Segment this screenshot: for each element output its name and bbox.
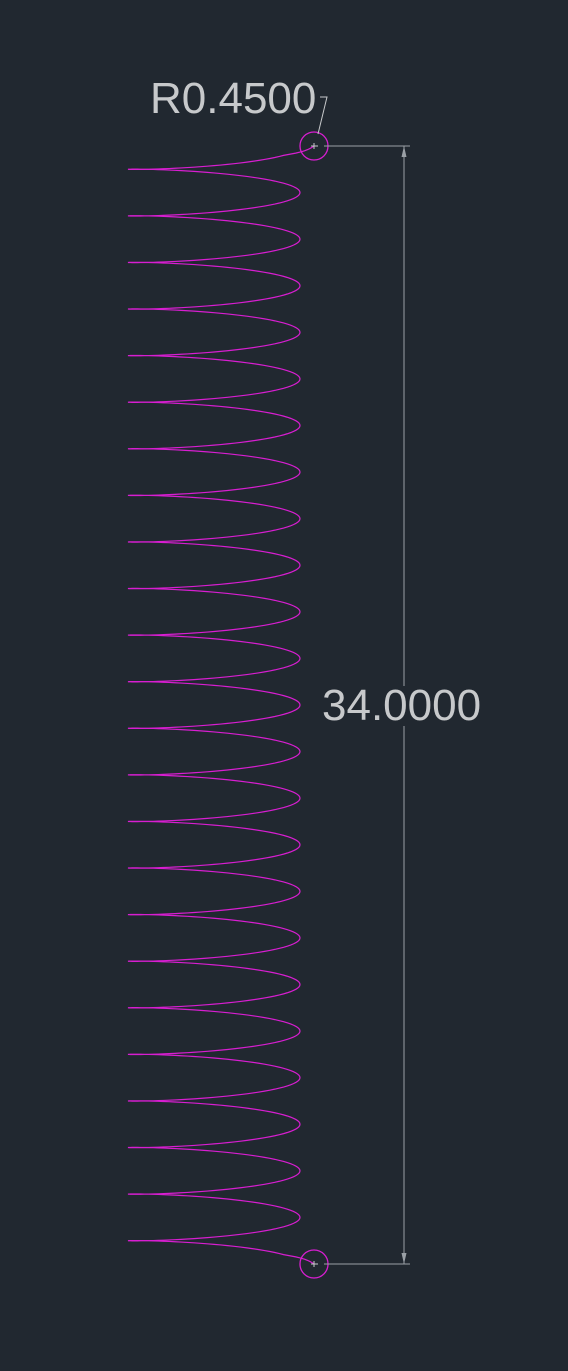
dimension-arrow-top bbox=[401, 146, 407, 157]
cad-drawing-canvas[interactable]: R0.4500 34.0000 bbox=[0, 0, 568, 1371]
spring-profile-curve[interactable] bbox=[127, 145, 315, 1265]
bottom-center-mark bbox=[311, 1261, 318, 1267]
dimension-arrow-bottom bbox=[401, 1253, 407, 1264]
helix-spring[interactable] bbox=[127, 145, 315, 1265]
radius-leader[interactable] bbox=[317, 96, 328, 135]
radius-dimension-label[interactable]: R0.4500 bbox=[150, 74, 316, 123]
top-center-mark bbox=[311, 143, 318, 149]
length-dimension-label[interactable]: 34.0000 bbox=[322, 681, 481, 730]
